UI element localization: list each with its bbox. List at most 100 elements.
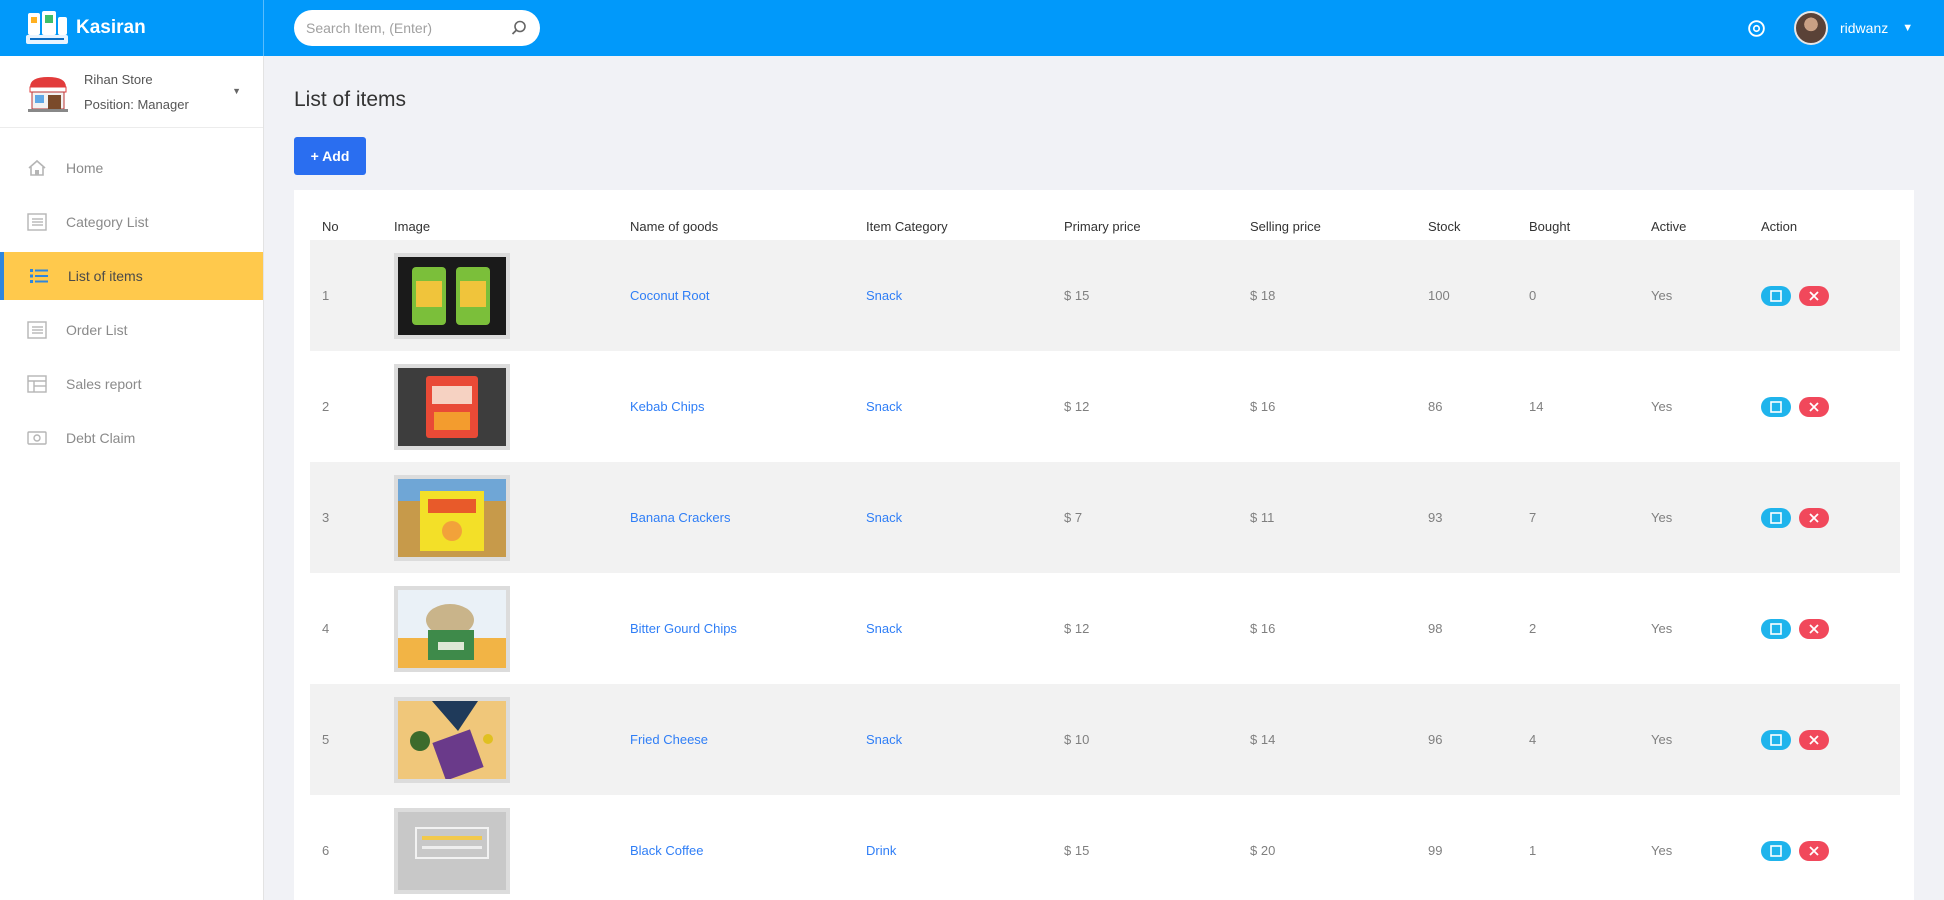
store-icon [28, 76, 68, 112]
column-header[interactable]: Item Category [854, 212, 1052, 240]
column-header[interactable]: Primary price [1052, 212, 1238, 240]
column-header[interactable]: Action [1749, 212, 1900, 240]
item-category-link[interactable]: Snack [866, 288, 902, 303]
items-table: No Image Name of goods Item Category Pri… [310, 212, 1900, 900]
close-icon [1808, 512, 1819, 523]
top-bar: Kasiran ridwanz ▼ [0, 0, 1944, 56]
edit-button[interactable] [1761, 507, 1791, 528]
add-item-button[interactable]: + Add [294, 137, 366, 175]
column-header[interactable]: Bought [1517, 212, 1639, 240]
items-card: No Image Name of goods Item Category Pri… [294, 190, 1914, 900]
list-icon [27, 213, 47, 231]
column-header[interactable]: Active [1639, 212, 1749, 240]
sidebar-item-label: Category List [66, 214, 149, 230]
column-header[interactable]: Stock [1416, 212, 1517, 240]
primary-price: $ 12 [1064, 621, 1090, 636]
bought: 14 [1529, 399, 1544, 414]
column-header[interactable]: Selling price [1238, 212, 1416, 240]
edit-button[interactable] [1761, 618, 1791, 639]
row-number: 1 [322, 288, 330, 303]
row-number: 5 [322, 732, 330, 747]
item-name-link[interactable]: Bitter Gourd Chips [630, 621, 737, 636]
stock: 100 [1428, 288, 1450, 303]
column-header[interactable]: Name of goods [618, 212, 854, 240]
list-icon [30, 269, 48, 283]
item-name-link[interactable]: Coconut Root [630, 288, 710, 303]
chevron-down-icon: ▼ [1902, 22, 1914, 34]
home-icon [28, 159, 46, 176]
store-position: Position: Manager [84, 96, 189, 112]
search-icon[interactable] [510, 19, 528, 37]
brand[interactable]: Kasiran [0, 0, 264, 56]
item-category-link[interactable]: Snack [866, 732, 902, 747]
item-category-link[interactable]: Snack [866, 399, 902, 414]
item-name-link[interactable]: Banana Crackers [630, 510, 730, 525]
close-icon [1808, 290, 1819, 301]
kebab-chips-thumbnail [394, 363, 510, 450]
item-name-link[interactable]: Fried Cheese [630, 732, 708, 747]
active-status: Yes [1651, 843, 1673, 858]
column-header[interactable]: No [310, 212, 382, 240]
item-name-link[interactable]: Black Coffee [630, 843, 703, 858]
row-number: 6 [322, 843, 330, 858]
settings-icon[interactable] [1746, 18, 1767, 39]
delete-button[interactable] [1798, 285, 1829, 306]
sidebar-item-debt-claim[interactable]: Debt Claim [0, 414, 263, 462]
edit-button[interactable] [1761, 285, 1791, 306]
bought: 2 [1529, 621, 1537, 636]
column-header[interactable]: Image [382, 212, 618, 240]
sidebar-item-list-of-items[interactable]: List of items [0, 252, 263, 300]
chevron-down-icon: ▼ [232, 86, 241, 96]
item-category-link[interactable]: Snack [866, 510, 902, 525]
table-row: 1 Coconut Root Snack $ 15 $ 18 100 0 Yes [310, 240, 1900, 351]
stock: 98 [1428, 621, 1443, 636]
primary-price: $ 15 [1064, 843, 1090, 858]
sidebar-item-sales-report[interactable]: Sales report [0, 360, 263, 408]
sidebar-item-home[interactable]: Home [0, 144, 263, 192]
edit-button[interactable] [1761, 840, 1791, 861]
sidebar-item-label: Sales report [66, 376, 142, 392]
search-input[interactable] [306, 20, 510, 36]
app-name: Kasiran [76, 17, 146, 38]
banana-crackers-thumbnail [394, 474, 510, 561]
bitter-gourd-chips-thumbnail [394, 585, 510, 672]
edit-button[interactable] [1761, 729, 1791, 750]
table-header-row: No Image Name of goods Item Category Pri… [310, 212, 1900, 240]
search-box [294, 10, 540, 46]
bought: 1 [1529, 843, 1537, 858]
edit-icon [1770, 622, 1782, 635]
delete-button[interactable] [1798, 396, 1829, 417]
stock: 99 [1428, 843, 1443, 858]
black-coffee-thumbnail [394, 807, 510, 894]
store-switcher[interactable]: Rihan Store Position: Manager ▼ [0, 56, 263, 128]
primary-price: $ 10 [1064, 732, 1090, 747]
item-category-link[interactable]: Snack [866, 621, 902, 636]
sidebar-item-order-list[interactable]: Order List [0, 306, 263, 354]
row-number: 2 [322, 399, 330, 414]
primary-price: $ 7 [1064, 510, 1083, 525]
delete-button[interactable] [1798, 618, 1829, 639]
delete-button[interactable] [1798, 507, 1829, 528]
selling-price: $ 16 [1250, 621, 1276, 636]
edit-button[interactable] [1761, 396, 1791, 417]
avatar [1794, 11, 1828, 45]
close-icon [1808, 734, 1819, 745]
sidebar-item-label: Debt Claim [66, 430, 136, 446]
delete-button[interactable] [1798, 729, 1829, 750]
user-menu[interactable]: ridwanz ▼ [1794, 10, 1913, 46]
item-name-link[interactable]: Kebab Chips [630, 399, 704, 414]
sidebar-item-label: List of items [68, 268, 143, 284]
selling-price: $ 20 [1250, 843, 1276, 858]
table-row: 4 Bitter Gourd Chips Snack $ 12 $ 16 98 … [310, 573, 1900, 684]
sidebar-item-category-list[interactable]: Category List [0, 198, 263, 246]
selling-price: $ 14 [1250, 732, 1276, 747]
stock: 86 [1428, 399, 1443, 414]
sidebar-menu: Home Category List List of items Order L… [0, 144, 263, 462]
edit-icon [1770, 511, 1782, 524]
page-title: List of items [294, 88, 407, 111]
delete-button[interactable] [1798, 840, 1829, 861]
bought: 7 [1529, 510, 1537, 525]
selling-price: $ 18 [1250, 288, 1276, 303]
item-category-link[interactable]: Drink [866, 843, 896, 858]
active-status: Yes [1651, 510, 1673, 525]
